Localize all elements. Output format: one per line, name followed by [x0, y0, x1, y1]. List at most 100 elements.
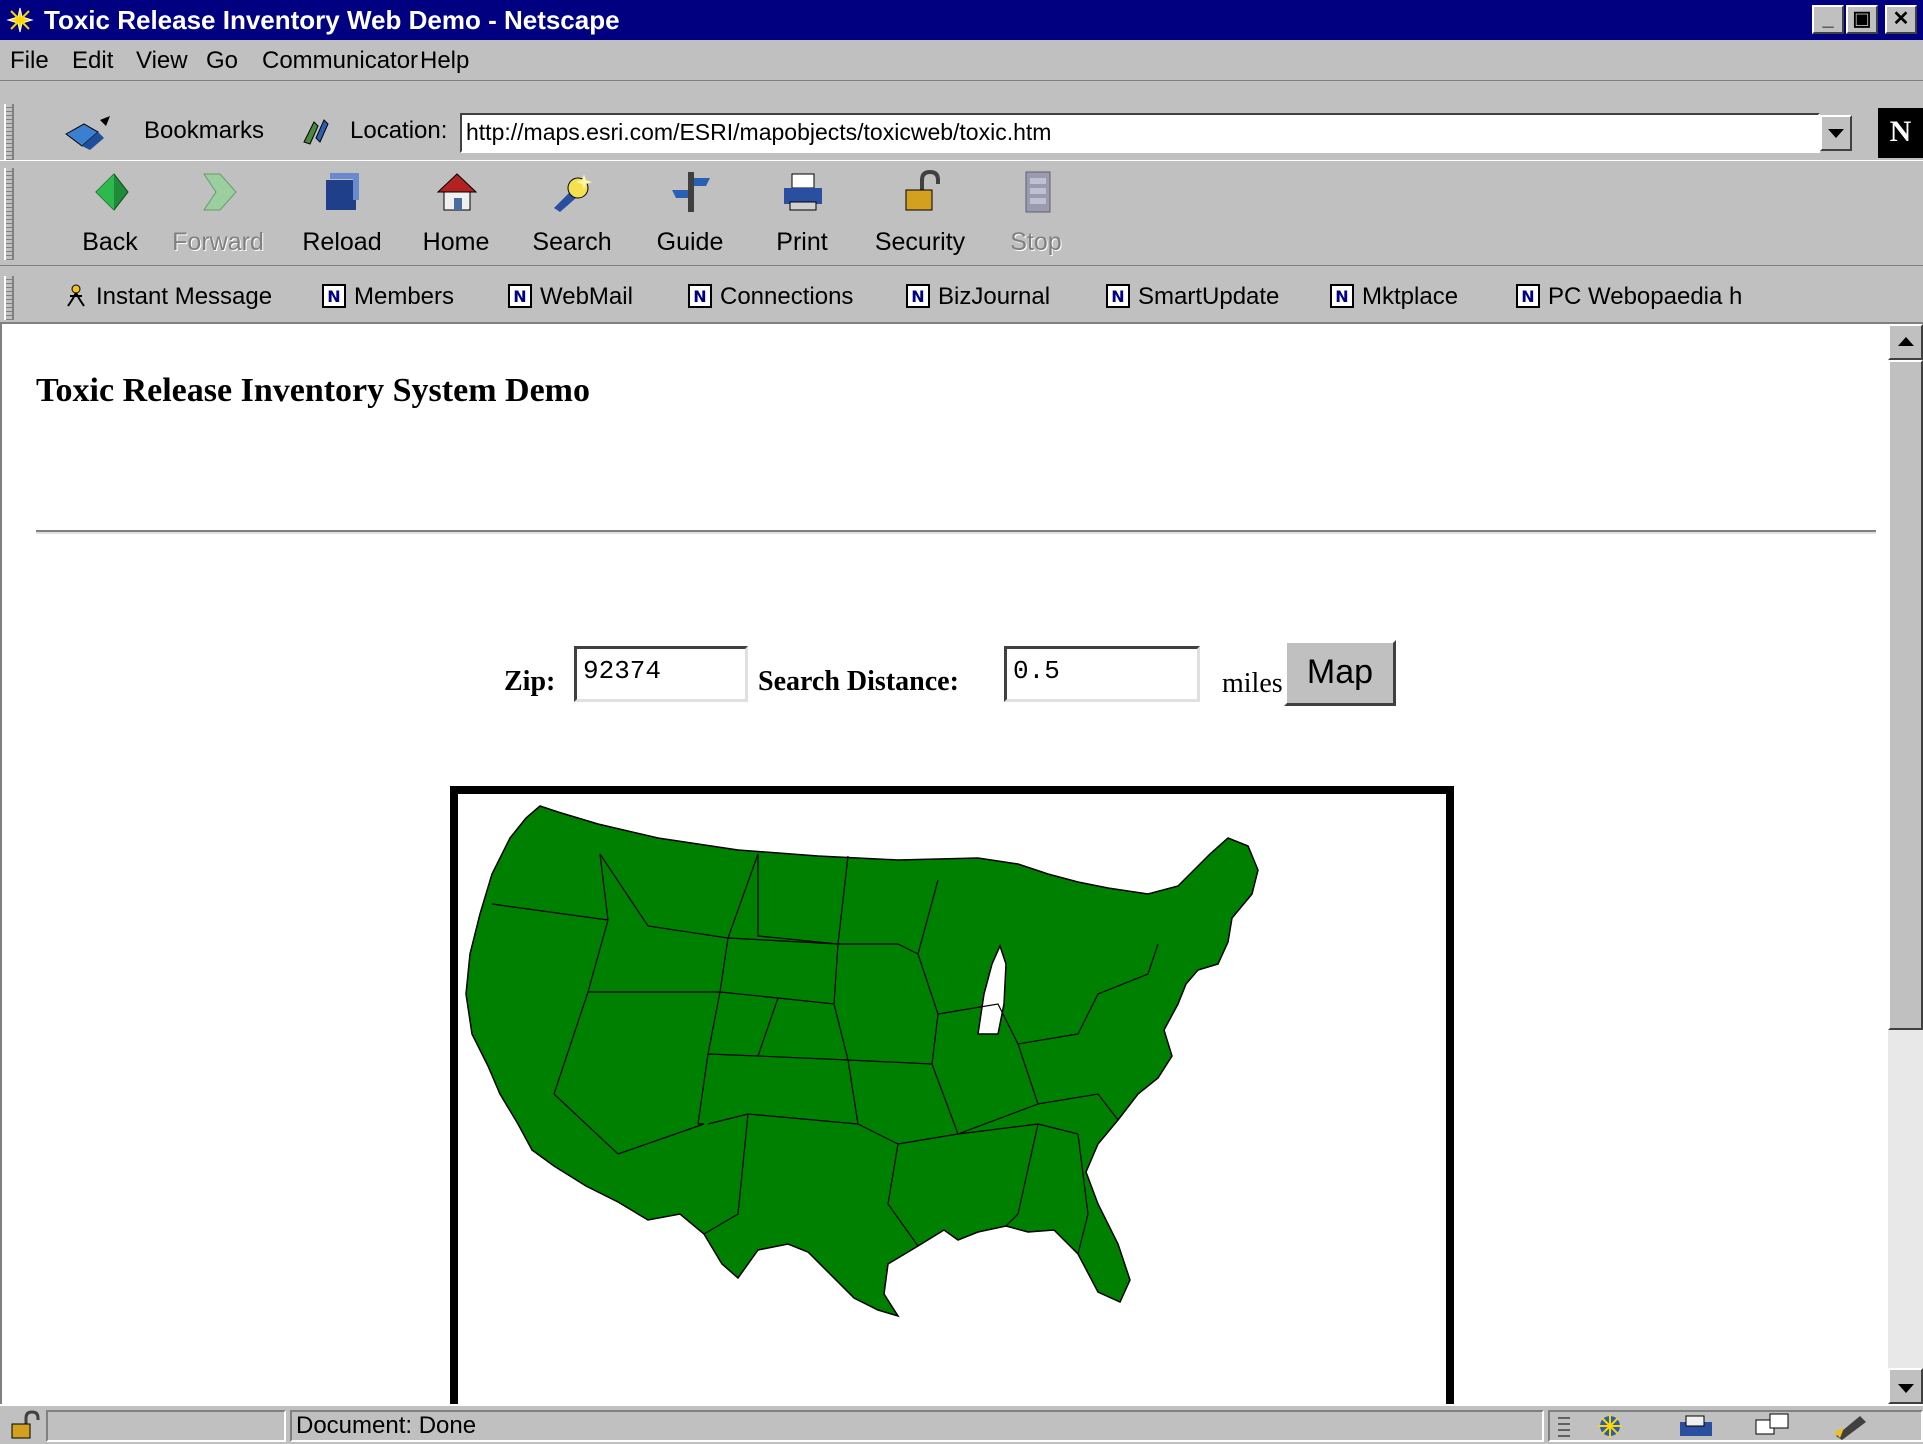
- guide-icon: [672, 172, 710, 212]
- maximize-icon: ▣: [1852, 8, 1872, 30]
- search-distance-input[interactable]: 0.5: [1004, 646, 1200, 702]
- us-map-frame[interactable]: [450, 786, 1454, 1404]
- title-bar: Toxic Release Inventory Web Demo - Netsc…: [0, 0, 1923, 40]
- svg-text:N: N: [693, 287, 706, 306]
- close-icon: ✕: [1892, 8, 1910, 30]
- arrow-down-icon: [1898, 1384, 1914, 1393]
- units-label: miles: [1222, 668, 1283, 699]
- bookmark-page-icon: N: [508, 284, 532, 308]
- bookmark-connections[interactable]: N Connections: [688, 282, 853, 314]
- bookmark-page-icon: N: [906, 284, 930, 308]
- reload-icon: [326, 173, 359, 210]
- security-label: Security: [874, 228, 966, 256]
- guide-label: Guide: [656, 228, 724, 256]
- maximize-button[interactable]: ▣: [1846, 5, 1878, 34]
- minimize-icon: _: [1822, 8, 1834, 30]
- bookmark-smartupdate[interactable]: N SmartUpdate: [1106, 282, 1279, 314]
- url-input[interactable]: http://maps.esri.com/ESRI/mapobjects/tox…: [460, 113, 1820, 153]
- stop-button[interactable]: Stop: [986, 164, 1086, 264]
- page-title: Toxic Release Inventory System Demo: [36, 372, 590, 409]
- location-label: Location:: [350, 117, 448, 144]
- bookmark-mktplace[interactable]: N Mktplace: [1330, 282, 1458, 314]
- navigation-toolbar-grip[interactable]: [4, 168, 14, 260]
- personal-toolbar-grip[interactable]: [4, 276, 14, 320]
- bookmark-bizjournal[interactable]: N BizJournal: [906, 282, 1050, 314]
- security-lock-icon[interactable]: [8, 1410, 40, 1440]
- pc-webopaedia-label: PC Webopaedia h: [1548, 283, 1743, 310]
- bookmarks-label[interactable]: Bookmarks: [144, 116, 264, 146]
- vertical-scrollbar[interactable]: [1888, 324, 1923, 1404]
- menu-view[interactable]: View: [136, 48, 188, 74]
- svg-text:N: N: [327, 287, 340, 306]
- location-icon[interactable]: [300, 116, 330, 146]
- search-label: Search: [532, 228, 612, 256]
- search-button[interactable]: Search: [522, 164, 622, 264]
- composer-icon[interactable]: [1830, 1412, 1870, 1440]
- scroll-down-button[interactable]: [1888, 1368, 1923, 1404]
- bookmark-page-icon: N: [322, 284, 346, 308]
- mailbox-icon[interactable]: [1676, 1412, 1720, 1440]
- menu-edit[interactable]: Edit: [72, 48, 113, 74]
- zip-input[interactable]: 92374: [574, 646, 748, 702]
- mktplace-label: Mktplace: [1362, 283, 1459, 310]
- menu-go[interactable]: Go: [206, 48, 238, 74]
- menu-communicator[interactable]: Communicator: [262, 48, 418, 74]
- menu-file[interactable]: File: [10, 48, 49, 74]
- url-dropdown-button[interactable]: [1820, 115, 1852, 151]
- lock-icon: [905, 170, 940, 211]
- bizjournal-label: BizJournal: [938, 283, 1051, 310]
- bookmark-webmail[interactable]: N WebMail: [508, 282, 633, 314]
- menu-bar: File Edit View Go Communicator Help: [0, 40, 1923, 81]
- reload-button[interactable]: Reload: [292, 164, 392, 264]
- home-button[interactable]: Home: [406, 164, 506, 264]
- print-button[interactable]: Print: [752, 164, 852, 264]
- svg-text:N: N: [1111, 287, 1124, 306]
- svg-text:N: N: [513, 287, 526, 306]
- connections-label: Connections: [720, 283, 854, 310]
- location-toolbar-grip[interactable]: [4, 104, 14, 160]
- back-label: Back: [82, 228, 138, 256]
- scroll-thumb[interactable]: [1888, 360, 1923, 1030]
- status-text: Document: Done: [296, 1412, 477, 1439]
- netscape-logo[interactable]: N: [1878, 108, 1923, 158]
- minimize-button[interactable]: _: [1812, 5, 1844, 34]
- bookmark-page-icon: N: [1516, 284, 1540, 308]
- forward-label: Forward: [172, 228, 264, 256]
- bookmark-page-icon: N: [1106, 284, 1130, 308]
- map-button[interactable]: Map: [1284, 640, 1396, 706]
- svg-text:N: N: [1335, 287, 1348, 306]
- webmail-label: WebMail: [540, 283, 633, 310]
- horizontal-rule: [36, 530, 1876, 534]
- bookmarks-icon[interactable]: [64, 112, 118, 152]
- navigator-icon[interactable]: [1590, 1412, 1630, 1440]
- bookmark-page-icon: N: [1330, 284, 1354, 308]
- arrow-up-icon: [1898, 337, 1914, 346]
- forward-button[interactable]: Forward: [168, 164, 268, 264]
- guide-button[interactable]: Guide: [640, 164, 740, 264]
- menu-help[interactable]: Help: [420, 48, 469, 74]
- bookmark-page-icon: N: [688, 284, 712, 308]
- bookmark-members[interactable]: N Members: [322, 282, 454, 314]
- back-button[interactable]: Back: [60, 164, 160, 264]
- us-map[interactable]: [458, 794, 1446, 1404]
- bookmark-pc-webopaedia[interactable]: N PC Webopaedia h: [1516, 282, 1742, 314]
- svg-text:N: N: [1521, 287, 1534, 306]
- back-arrow-icon: [95, 173, 129, 211]
- print-label: Print: [776, 228, 828, 256]
- discussion-groups-icon[interactable]: [1752, 1412, 1792, 1440]
- instant-message-label: Instant Message: [96, 283, 273, 310]
- window-title: Toxic Release Inventory Web Demo - Netsc…: [44, 5, 620, 35]
- close-button[interactable]: ✕: [1885, 5, 1917, 34]
- home-icon: [436, 173, 478, 211]
- zip-label: Zip:: [504, 666, 556, 697]
- members-label: Members: [354, 283, 455, 310]
- security-button[interactable]: Security: [870, 164, 970, 264]
- component-bar-grip-icon[interactable]: [1556, 1414, 1572, 1440]
- netscape-app-icon: [6, 6, 34, 34]
- printer-icon: [784, 173, 822, 211]
- instant-message-icon: [67, 284, 85, 307]
- bookmark-instant-message[interactable]: Instant Message: [64, 282, 272, 314]
- smartupdate-label: SmartUpdate: [1138, 283, 1280, 310]
- scroll-up-button[interactable]: [1888, 324, 1923, 360]
- stop-label: Stop: [1010, 228, 1062, 256]
